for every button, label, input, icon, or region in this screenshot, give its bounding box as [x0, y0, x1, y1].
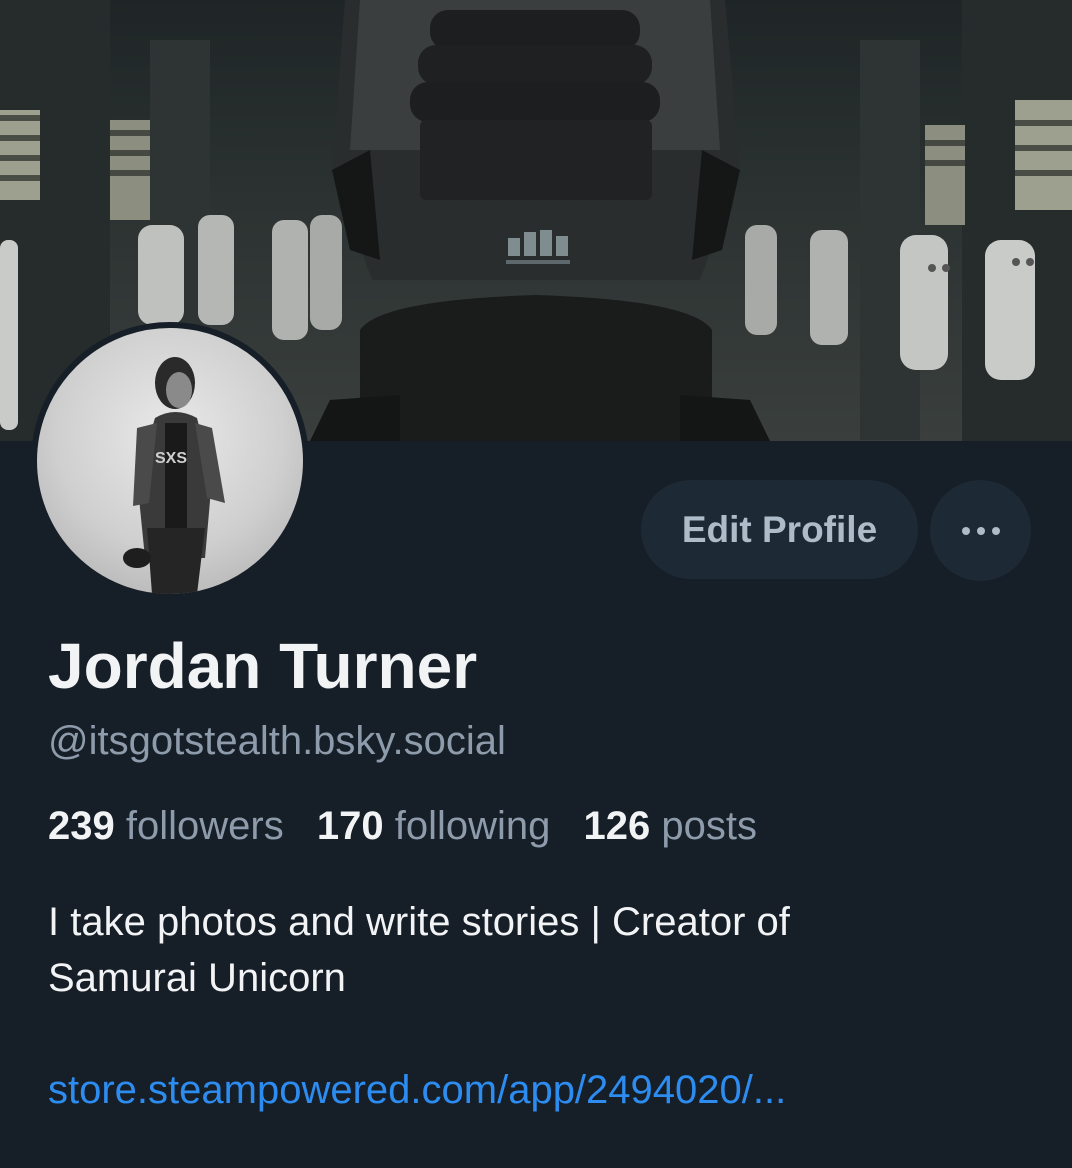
profile-bio: I take photos and write stories | Creato… — [48, 894, 1028, 1006]
ellipsis-icon-dot — [976, 526, 985, 535]
profile-page: SXS Edit Profile Jordan Turner @itsgotst… — [0, 0, 1072, 1168]
followers-label: followers — [125, 804, 284, 848]
followers-stat[interactable]: 239 followers — [48, 804, 284, 848]
edit-profile-label: Edit Profile — [681, 508, 878, 550]
profile-link[interactable]: store.steampowered.com/app/2494020/... — [48, 1064, 786, 1116]
posts-count: 126 — [583, 804, 651, 848]
following-label: following — [394, 804, 551, 848]
bio-line-1: I take photos and write stories | Creato… — [48, 900, 790, 944]
svg-text:SXS: SXS — [155, 450, 187, 467]
avatar[interactable]: SXS — [31, 322, 309, 600]
followers-count: 239 — [48, 804, 115, 848]
posts-label: posts — [661, 804, 757, 848]
following-count: 170 — [316, 804, 384, 848]
profile-handle: @itsgotstealth.bsky.social — [48, 719, 506, 763]
edit-profile-button[interactable]: Edit Profile — [641, 480, 918, 579]
ellipsis-icon-dot — [991, 526, 1000, 535]
avatar-photo: SXS — [123, 357, 225, 594]
profile-stats: 239 followers 170 following 126 posts — [48, 800, 779, 852]
display-name: Jordan Turner — [48, 630, 478, 702]
following-stat[interactable]: 170 following — [317, 804, 551, 848]
ellipsis-icon — [961, 526, 970, 535]
bio-line-2: Samurai Unicorn — [48, 956, 346, 1000]
posts-stat: 126 posts — [584, 804, 757, 848]
more-options-button[interactable] — [930, 480, 1031, 581]
